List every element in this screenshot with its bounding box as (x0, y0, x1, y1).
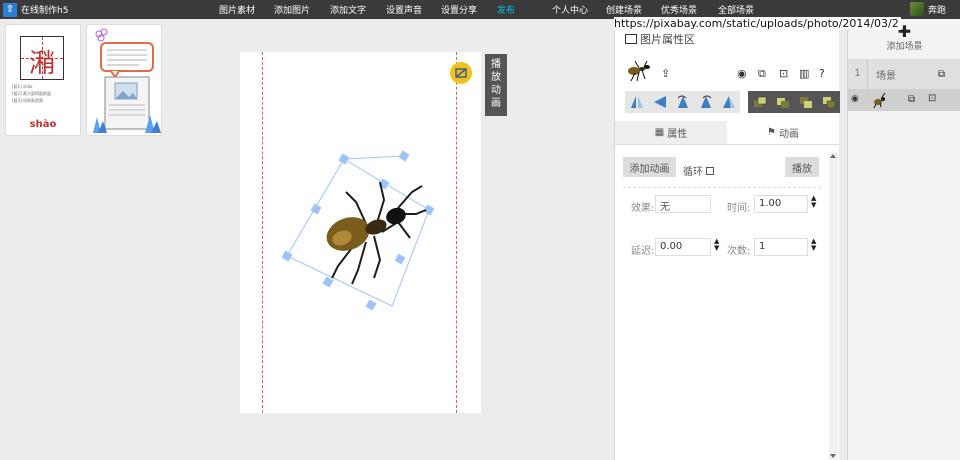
play-button[interactable]: 播放 (785, 157, 819, 177)
tab-properties[interactable]: ▦ 属性 (615, 121, 727, 144)
help-icon[interactable]: ? (819, 67, 825, 80)
effect-select[interactable]: 无 (655, 195, 711, 213)
flower-decoration-icon (95, 28, 108, 42)
avatar (909, 2, 924, 16)
music-toggle-icon[interactable] (450, 62, 472, 84)
thumb-line-2: [组2] 蒸大部四面阴湿 (12, 91, 51, 96)
layer-visible-icon[interactable]: ◉ (851, 94, 859, 104)
flip-vertical-icon[interactable] (648, 91, 671, 113)
rotate-left-icon[interactable] (671, 91, 694, 113)
nav-add-text[interactable]: 添加文字 (330, 3, 366, 16)
panel-tabs: ▦ 属性 ⚑ 动画 (615, 121, 839, 145)
thumb-line-1: [组1] shāo (12, 84, 33, 89)
count-input[interactable]: 1 (754, 238, 808, 256)
send-backward-icon[interactable] (794, 91, 817, 113)
thumb-illustration (93, 28, 161, 133)
transform-group (625, 91, 740, 113)
user-name: 奔跑 (927, 5, 946, 16)
thumb-line-3: [组3] 风吹雨洒落 (12, 98, 43, 103)
nav-set-sound[interactable]: 设置声音 (386, 3, 422, 16)
nav-create-scene[interactable]: 创建场景 (606, 3, 642, 16)
app-title: 在线制作h5 (21, 6, 69, 16)
loop-option[interactable]: 循环 (683, 163, 714, 178)
image-tools: ⇪ ◉ ⧉ ⊡ ▥ ? (625, 59, 829, 85)
count-stepper[interactable]: ▲ ▼ (811, 238, 816, 252)
flip-horizontal-icon[interactable] (625, 91, 648, 113)
count-label: 次数: (727, 246, 751, 257)
animation-settings: 添加动画 循环 播放 效果: 无 时间: 1.00 ▲ ▼ 延迟: 0.00 ▲ ▼… (615, 145, 831, 460)
layer-order-group (748, 91, 840, 113)
thumb-text-lines: [组1] shāo [组2] 蒸大部四面阴湿 [组3] 风吹雨洒落 (12, 83, 74, 104)
url-tooltip: https://pixabay.com/static/uploads/photo… (614, 17, 901, 30)
layer-ant-thumbnail (873, 92, 886, 108)
nav-set-share[interactable]: 设置分享 (441, 3, 477, 16)
nav-user-center[interactable]: 个人中心 (552, 3, 588, 16)
add-scene-label: 添加场景 (886, 42, 923, 52)
copy-icon[interactable]: ⧉ (758, 67, 766, 81)
send-to-back-icon[interactable] (817, 91, 840, 113)
image-icon (625, 34, 637, 44)
add-animation-button[interactable]: 添加动画 (623, 157, 676, 177)
play-animation-label: 播放动画 (491, 59, 501, 109)
nav-add-image[interactable]: 添加图片 (274, 3, 310, 16)
home-logo-icon[interactable]: ⇧ (3, 2, 17, 17)
divider (623, 187, 821, 188)
effect-label: 效果: (631, 203, 655, 214)
grid-icon: ▦ (654, 127, 665, 138)
tab-animation-label: 动画 (778, 129, 799, 140)
scene-label: 场景 (876, 70, 896, 82)
user-menu[interactable]: 奔跑 (909, 2, 946, 16)
nav-image-assets[interactable]: 图片素材 (219, 3, 255, 16)
ant-thumbnail (628, 60, 650, 82)
time-label: 时间: (727, 203, 751, 214)
page-thumb-1[interactable]: 潲 [组1] shāo [组2] 蒸大部四面阴湿 [组3] 风吹雨洒落 shào (5, 24, 81, 136)
scene-panel: ✚ 添加场景 1 场景 ⧉ ◉ ⧉ ⊡ (847, 19, 960, 460)
stage-canvas[interactable] (240, 52, 481, 413)
loop-checkbox[interactable] (706, 166, 714, 175)
play-animation-button[interactable]: 播放动画 (485, 54, 507, 116)
eye-icon[interactable]: ◉ (737, 67, 747, 80)
flag-icon: ⚑ (767, 127, 776, 138)
rotate-right-icon[interactable] (694, 91, 717, 113)
tab-animation[interactable]: ⚑ 动画 (727, 121, 839, 144)
panel-scrollbar[interactable] (829, 152, 838, 460)
scroll-up-icon[interactable] (830, 154, 836, 158)
bring-to-front-icon[interactable] (748, 91, 771, 113)
scene-item[interactable]: 1 场景 ⧉ (848, 59, 960, 89)
upload-icon[interactable]: ⇪ (661, 67, 670, 80)
layer-item[interactable]: ◉ ⧉ ⊡ (848, 89, 960, 111)
delay-stepper[interactable]: ▲ ▼ (714, 238, 719, 252)
nav-left: 图片素材 (219, 0, 255, 19)
ant-selection[interactable] (240, 52, 481, 413)
page-thumb-2[interactable] (86, 24, 162, 136)
panel-header: 图片属性区 (625, 31, 695, 47)
hanzi-grid: 潲 (20, 36, 64, 80)
nav-featured-scenes[interactable]: 优秀场景 (661, 3, 697, 16)
scroll-down-icon[interactable] (830, 454, 836, 458)
nav-all-scenes[interactable]: 全部场景 (718, 3, 754, 16)
property-panel: 图片属性区 ⇪ ◉ ⧉ ⊡ ▥ ? ▦ 属性 ⚑ 动画 添加动画 循环 播放 效… (614, 19, 840, 460)
ant-head (386, 207, 406, 225)
panel-title: 图片属性区 (640, 33, 695, 46)
layer-copy-icon[interactable]: ⧉ (908, 94, 915, 105)
scene-copy-icon[interactable]: ⧉ (938, 69, 945, 80)
flip-both-icon[interactable] (717, 91, 740, 113)
bring-forward-icon[interactable] (771, 91, 794, 113)
tab-properties-label: 属性 (667, 129, 688, 140)
loop-label: 循环 (683, 167, 703, 178)
time-stepper[interactable]: ▲ ▼ (811, 195, 816, 209)
hanzi-char: 潲 (28, 49, 55, 79)
trash-icon[interactable]: ▥ (799, 67, 809, 80)
delay-input[interactable]: 0.00 (655, 238, 711, 256)
unlock-icon[interactable]: ⊡ (779, 67, 788, 80)
thumb-pinyin: shào (29, 119, 57, 130)
nav-publish[interactable]: 发布 (497, 3, 515, 16)
scene-number: 1 (848, 59, 868, 89)
delay-label: 延迟: (631, 246, 655, 257)
transform-toolbar (625, 91, 840, 113)
layer-lock-icon[interactable]: ⊡ (928, 93, 936, 104)
time-input[interactable]: 1.00 (754, 195, 808, 213)
